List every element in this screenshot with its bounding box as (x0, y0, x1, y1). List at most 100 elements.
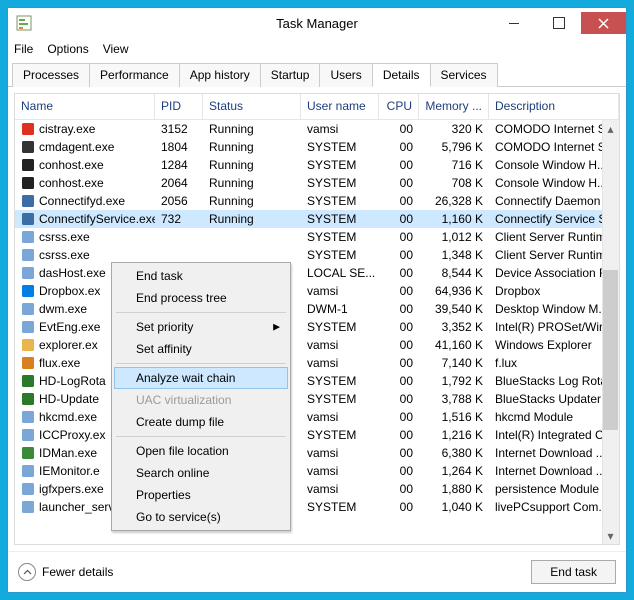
cell-user: SYSTEM (301, 230, 379, 244)
menu-item-analyze-wait-chain[interactable]: Analyze wait chain (114, 367, 288, 389)
cell-pid: 2056 (155, 194, 203, 208)
col-header-mem[interactable]: Memory ... (419, 94, 489, 119)
menu-item-uac-virtualization: UAC virtualization (114, 389, 288, 411)
menu-view[interactable]: View (103, 42, 129, 56)
process-row[interactable]: HD-LogRotaSYSTEM001,792 KBlueStacks Log … (15, 372, 619, 390)
process-row[interactable]: dwm.exeDWM-10039,540 KDesktop Window M.. (15, 300, 619, 318)
cell-user: SYSTEM (301, 140, 379, 154)
scroll-up-button[interactable]: ▴ (602, 120, 619, 137)
cell-cpu: 00 (379, 320, 419, 334)
submenu-arrow-icon: ▶ (273, 322, 280, 333)
cell-user: SYSTEM (301, 158, 379, 172)
cell-pid: 3152 (155, 122, 203, 136)
process-name: Dropbox.ex (39, 284, 100, 298)
menu-item-set-affinity[interactable]: Set affinity (114, 338, 288, 360)
cell-cpu: 00 (379, 248, 419, 262)
tab-services[interactable]: Services (430, 63, 498, 87)
tab-processes[interactable]: Processes (12, 63, 90, 87)
process-row[interactable]: hkcmd.exevamsi001,516 Khkcmd Module (15, 408, 619, 426)
process-name: ConnectifyService.exe (39, 212, 155, 226)
col-header-desc[interactable]: Description (489, 94, 619, 119)
process-row[interactable]: ConnectifyService.exe732RunningSYSTEM001… (15, 210, 619, 228)
cell-mem: 1,264 K (419, 464, 489, 478)
menu-item-go-to-service-s-[interactable]: Go to service(s) (114, 506, 288, 528)
window-title: Task Manager (276, 16, 358, 31)
cell-cpu: 00 (379, 176, 419, 190)
cell-desc: Console Window H.. (489, 158, 619, 172)
menu-file[interactable]: File (14, 42, 33, 56)
process-icon (21, 320, 35, 334)
process-icon (21, 410, 35, 424)
cell-cpu: 00 (379, 230, 419, 244)
close-button[interactable] (581, 12, 626, 34)
cell-mem: 3,788 K (419, 392, 489, 406)
col-header-user[interactable]: User name (301, 94, 379, 119)
scrollbar[interactable]: ▴ ▾ (602, 120, 619, 544)
cell-mem: 1,348 K (419, 248, 489, 262)
process-icon (21, 230, 35, 244)
process-row[interactable]: launcher_service.exe372RunningSYSTEM001,… (15, 498, 619, 516)
process-row[interactable]: IEMonitor.evamsi001,264 KInternet Downlo… (15, 462, 619, 480)
process-row[interactable]: csrss.exeSYSTEM001,348 KClient Server Ru… (15, 246, 619, 264)
col-header-name[interactable]: Name (15, 94, 155, 119)
menu-item-create-dump-file[interactable]: Create dump file (114, 411, 288, 433)
content-area: Name PID Status User name CPU Memory ...… (14, 93, 620, 545)
process-row[interactable]: cistray.exe3152Runningvamsi00320 KCOMODO… (15, 120, 619, 138)
process-name: ICCProxy.ex (39, 428, 105, 442)
process-row[interactable]: conhost.exe1284RunningSYSTEM00716 KConso… (15, 156, 619, 174)
process-row[interactable]: ICCProxy.exSYSTEM001,216 KIntel(R) Integ… (15, 426, 619, 444)
cell-mem: 7,140 K (419, 356, 489, 370)
menu-item-end-process-tree[interactable]: End process tree (114, 287, 288, 309)
process-icon (21, 284, 35, 298)
fewer-details-button[interactable]: Fewer details (18, 563, 113, 581)
scrollbar-thumb[interactable] (603, 270, 618, 430)
tab-startup[interactable]: Startup (260, 63, 321, 87)
process-row[interactable]: dasHost.exeLOCAL SE...008,544 KDevice As… (15, 264, 619, 282)
tab-performance[interactable]: Performance (89, 63, 180, 87)
cell-desc: Windows Explorer (489, 338, 619, 352)
process-row[interactable]: cmdagent.exe1804RunningSYSTEM005,796 KCO… (15, 138, 619, 156)
menu-item-search-online[interactable]: Search online (114, 462, 288, 484)
process-row[interactable]: conhost.exe2064RunningSYSTEM00708 KConso… (15, 174, 619, 192)
col-header-status[interactable]: Status (203, 94, 301, 119)
process-row[interactable]: EvtEng.exeSYSTEM003,352 KIntel(R) PROSet… (15, 318, 619, 336)
titlebar[interactable]: Task Manager (8, 8, 626, 38)
process-row[interactable]: igfxpers.exe4860Runningvamsi001,880 Kper… (15, 480, 619, 498)
maximize-button[interactable] (536, 12, 581, 34)
menu-item-properties[interactable]: Properties (114, 484, 288, 506)
process-row[interactable]: IDMan.exevamsi006,380 KInternet Download… (15, 444, 619, 462)
end-task-button[interactable]: End task (531, 560, 616, 584)
cell-cpu: 00 (379, 194, 419, 208)
cell-status: Running (203, 176, 301, 190)
cell-status: Running (203, 212, 301, 226)
process-row[interactable]: HD-UpdateSYSTEM003,788 KBlueStacks Updat… (15, 390, 619, 408)
tab-details[interactable]: Details (372, 63, 431, 87)
menu-options[interactable]: Options (47, 42, 88, 56)
fewer-details-label: Fewer details (42, 565, 113, 579)
menu-item-set-priority[interactable]: Set priority▶ (114, 316, 288, 338)
cell-status: Running (203, 140, 301, 154)
minimize-button[interactable] (491, 12, 536, 34)
process-icon (21, 140, 35, 154)
tab-users[interactable]: Users (319, 63, 372, 87)
cell-cpu: 00 (379, 428, 419, 442)
cell-mem: 1,216 K (419, 428, 489, 442)
process-list[interactable]: cistray.exe3152Runningvamsi00320 KCOMODO… (15, 120, 619, 544)
col-header-pid[interactable]: PID (155, 94, 203, 119)
process-row[interactable]: csrss.exeSYSTEM001,012 KClient Server Ru… (15, 228, 619, 246)
process-row[interactable]: explorer.exvamsi0041,160 KWindows Explor… (15, 336, 619, 354)
cell-user: SYSTEM (301, 176, 379, 190)
process-icon (21, 176, 35, 190)
menu-item-open-file-location[interactable]: Open file location (114, 440, 288, 462)
col-header-cpu[interactable]: CPU (379, 94, 419, 119)
process-row[interactable]: flux.exevamsi007,140 Kf.lux (15, 354, 619, 372)
menu-item-end-task[interactable]: End task (114, 265, 288, 287)
process-icon (21, 212, 35, 226)
cell-user: SYSTEM (301, 428, 379, 442)
tab-app-history[interactable]: App history (179, 63, 261, 87)
process-row[interactable]: Connectifyd.exe2056RunningSYSTEM0026,328… (15, 192, 619, 210)
cell-user: SYSTEM (301, 194, 379, 208)
scroll-down-button[interactable]: ▾ (602, 527, 619, 544)
process-row[interactable]: Dropbox.exvamsi0064,936 KDropbox (15, 282, 619, 300)
cell-user: vamsi (301, 410, 379, 424)
